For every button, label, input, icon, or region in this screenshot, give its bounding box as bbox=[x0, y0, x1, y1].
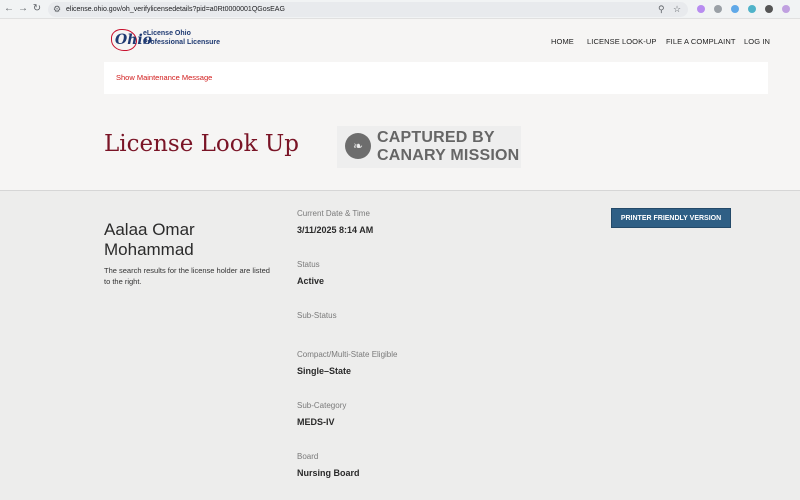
compact-label: Compact/Multi-State Eligible bbox=[297, 350, 398, 359]
status-value: Active bbox=[297, 276, 325, 286]
extension-icon[interactable] bbox=[714, 5, 722, 13]
subcategory-label: Sub-Category bbox=[297, 401, 347, 410]
status-label: Status bbox=[297, 260, 320, 269]
subcategory-value: MEDS-IV bbox=[297, 417, 335, 427]
board-label: Board bbox=[297, 452, 319, 461]
board-value: Nursing Board bbox=[297, 468, 360, 478]
extension-icon[interactable] bbox=[765, 5, 773, 13]
nav-login[interactable]: LOG IN bbox=[744, 37, 770, 46]
substatus-label: Sub-Status bbox=[297, 311, 337, 320]
reload-icon[interactable]: ↻ bbox=[30, 2, 44, 16]
profile-avatar[interactable] bbox=[782, 5, 790, 13]
arrow-left-icon[interactable]: ← bbox=[2, 2, 16, 16]
license-holder-description: The search results for the license holde… bbox=[104, 266, 270, 286]
arrow-right-icon[interactable]: → bbox=[16, 2, 30, 16]
url-text[interactable]: elicense.ohio.gov/oh_verifylicensedetail… bbox=[66, 3, 285, 16]
logo-subtitle: Professional Licensure bbox=[143, 39, 221, 46]
page-title: License Look Up bbox=[104, 131, 299, 157]
site-info-icon[interactable]: ⚙ bbox=[53, 3, 61, 16]
canary-mission-watermark: ❧ CAPTURED BY CANARY MISSION bbox=[337, 126, 521, 168]
extension-icon[interactable] bbox=[697, 5, 705, 13]
zoom-icon[interactable]: ⚲ bbox=[658, 3, 665, 16]
current-datetime-label: Current Date & Time bbox=[297, 209, 370, 218]
canary-bird-icon: ❧ bbox=[345, 133, 371, 159]
bookmark-star-icon[interactable]: ☆ bbox=[673, 3, 681, 16]
extension-icon[interactable] bbox=[748, 5, 756, 13]
browser-toolbar: ← → ↻ ⚙ elicense.ohio.gov/oh_verifylicen… bbox=[0, 0, 800, 19]
nav-license-lookup[interactable]: LICENSE LOOK-UP bbox=[587, 37, 656, 46]
maintenance-panel: Show Maintenance Message bbox=[104, 62, 768, 94]
site-header: Ohio eLicense Ohio Professional Licensur… bbox=[0, 19, 800, 63]
logo-title: eLicense Ohio bbox=[143, 30, 191, 37]
license-holder-name: Aalaa Omar Mohammad bbox=[104, 220, 195, 259]
extension-icon[interactable] bbox=[731, 5, 739, 13]
address-bar[interactable]: ⚙ elicense.ohio.gov/oh_verifylicensedeta… bbox=[48, 2, 688, 17]
elicense-ohio-logo[interactable]: Ohio eLicense Ohio Professional Licensur… bbox=[111, 29, 222, 53]
maintenance-message-link[interactable]: Show Maintenance Message bbox=[116, 73, 212, 82]
watermark-line2: CANARY MISSION bbox=[377, 147, 520, 164]
compact-value: Single–State bbox=[297, 366, 352, 376]
printer-friendly-button[interactable]: PRINTER FRIENDLY VERSION bbox=[611, 208, 731, 228]
current-datetime-value: 3/11/2025 8:14 AM bbox=[297, 225, 374, 235]
nav-home[interactable]: HOME bbox=[551, 37, 574, 46]
nav-file-complaint[interactable]: FILE A COMPLAINT bbox=[666, 37, 736, 46]
watermark-line1: CAPTURED BY bbox=[377, 129, 495, 146]
